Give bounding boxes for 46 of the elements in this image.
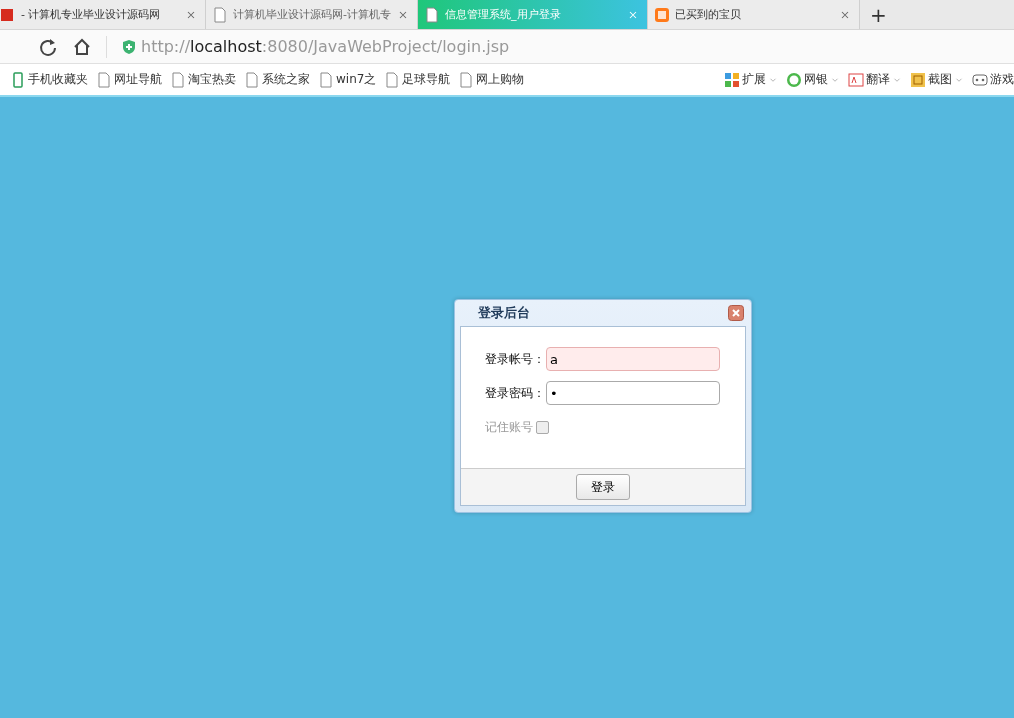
home-icon[interactable] [72,36,92,57]
screenshot-icon [910,71,926,88]
document-icon [170,71,186,88]
field-label: 登录帐号： [485,350,546,368]
checkbox[interactable] [536,421,549,434]
tab-title: 已买到的宝贝 [675,7,742,22]
dialog-title: 登录后台 [478,304,530,322]
remember-label: 记住账号 [485,419,533,436]
taobao-icon [654,6,670,23]
document-icon [212,6,228,23]
coin-icon [786,71,802,88]
input-field[interactable]: a [546,347,720,371]
tab-title: 信息管理系统_用户登录 [445,7,562,22]
shield-icon [121,38,137,55]
toolbar-item[interactable]: 游戏 [972,71,1014,88]
grid-icon [724,71,740,88]
bookmark-item[interactable]: 淘宝热卖 [170,71,236,88]
bookmark-item[interactable]: 足球导航 [384,71,451,88]
reload-icon[interactable] [38,36,58,57]
toolbar-item[interactable]: 截图 [910,71,964,88]
favicon-icon [0,6,16,23]
bookmark-item[interactable]: 网址导航 [96,71,162,88]
document-icon [244,71,260,88]
bookmark-item[interactable]: 网上购物 [458,71,525,88]
document-icon [384,71,401,88]
bookmark-item[interactable]: 系统之家 [244,71,310,88]
toolbar-item[interactable]: 扩展 [724,71,778,88]
document-icon [96,71,112,88]
document-icon [424,6,440,23]
document-icon [318,71,334,88]
tab-title: 计算机毕业设计源码网-计算机专 [233,7,392,22]
input-field[interactable]: • [546,381,720,405]
field-label: 登录密码： [485,384,546,402]
bookmark-item[interactable]: win7之 [318,71,377,88]
toolbar-item[interactable]: 网银 [786,71,840,88]
browser-tab[interactable]: - 计算机专业毕业设计源码网 [0,0,206,29]
bookmark-item[interactable]: 手机收藏夹 [10,71,88,88]
phone-icon [10,71,26,88]
document-icon [458,71,475,88]
translate-icon [848,71,864,88]
toolbar-item[interactable]: 翻译 [848,71,902,88]
close-icon[interactable] [728,305,744,321]
gamepad-icon [972,71,988,88]
login-button[interactable]: 登录 [576,474,630,500]
tab-title: - 计算机专业毕业设计源码网 [21,7,162,22]
new-tab-button[interactable]: + [860,0,897,29]
